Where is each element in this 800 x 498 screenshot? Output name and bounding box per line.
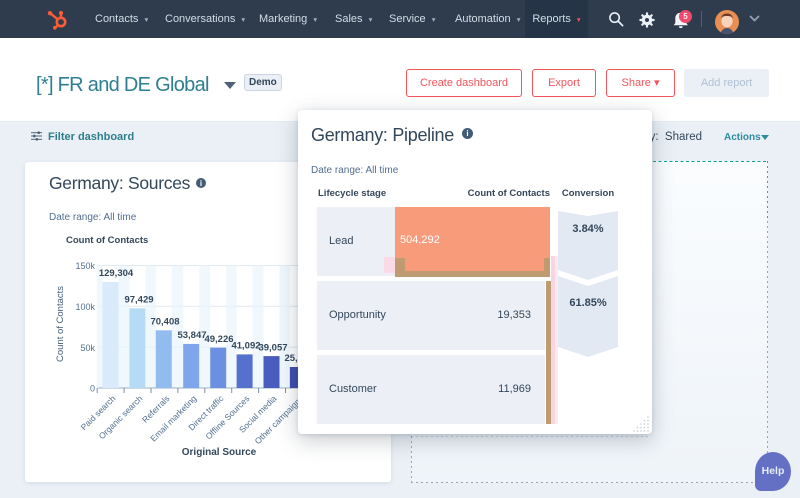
svg-text:i: i [200, 179, 202, 188]
svg-text:53,847: 53,847 [177, 330, 206, 341]
svg-text:Germany: Sources: Germany: Sources [49, 173, 191, 193]
svg-text:39,057: 39,057 [258, 343, 287, 354]
svg-text:49,226: 49,226 [204, 334, 233, 345]
svg-text:150k: 150k [75, 261, 95, 271]
svg-text:Count of Contacts: Count of Contacts [55, 286, 66, 362]
svg-text:Count of Contacts: Count of Contacts [66, 235, 148, 246]
svg-text:Original Source: Original Source [182, 447, 257, 458]
svg-text:100k: 100k [75, 302, 95, 312]
svg-text:129,304: 129,304 [99, 268, 134, 279]
svg-text:97,429: 97,429 [124, 295, 153, 306]
svg-text:Date range: All time: Date range: All time [49, 212, 137, 223]
svg-text:41,092: 41,092 [231, 341, 260, 352]
svg-text:50k: 50k [80, 343, 95, 353]
svg-text:70,408: 70,408 [150, 317, 179, 328]
svg-text:0: 0 [90, 384, 95, 394]
